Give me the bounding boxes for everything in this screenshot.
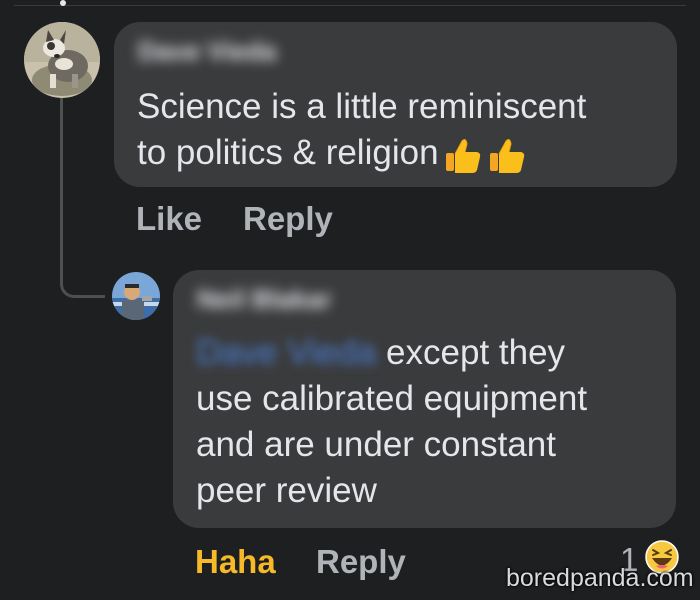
comment-text-line: Science is a little reminiscent — [137, 87, 587, 126]
comment-author-name[interactable]: Dave Vieda — [138, 36, 276, 67]
comment-text: Science is a little reminiscent to polit… — [137, 84, 586, 178]
reply-button[interactable]: Reply — [243, 200, 333, 238]
reply-author-name[interactable]: Neil Blakar — [197, 284, 331, 315]
haha-reaction-button[interactable]: Haha — [195, 543, 276, 581]
top-divider — [14, 5, 686, 6]
like-button[interactable]: Like — [136, 200, 202, 238]
dog-avatar-image — [24, 22, 100, 98]
avatar-commenter[interactable] — [24, 22, 100, 98]
comment-bubble: Dave Vieda Science is a little reminisce… — [114, 22, 677, 187]
comment-text-line: to politics & religion — [137, 130, 586, 178]
thread-connector-line — [60, 98, 105, 298]
reply-button[interactable]: Reply — [316, 543, 406, 581]
thumbs-up-icon — [443, 132, 527, 178]
reply-bubble: Neil Blakar Dave Vieda except they use c… — [173, 270, 676, 528]
comment-thread: Dave Vieda Science is a little reminisce… — [0, 0, 700, 600]
reply-text: Dave Vieda except they use calibrated eq… — [196, 330, 587, 514]
reply-text-line: and are under constant — [196, 425, 556, 464]
replier-avatar-image — [112, 272, 160, 320]
watermark: boredpanda.com — [506, 564, 694, 592]
reply-text-line: Dave Vieda except they — [196, 330, 587, 376]
avatar-replier[interactable] — [112, 272, 160, 320]
comment-text-segment: to politics & religion — [137, 133, 439, 172]
reply-text-line: use calibrated equipment — [196, 379, 588, 418]
thread-marker — [60, 0, 66, 6]
reply-text-line: peer review — [196, 471, 377, 510]
mention-link[interactable]: Dave Vieda — [196, 333, 376, 372]
reply-text-segment: except they — [376, 333, 566, 372]
